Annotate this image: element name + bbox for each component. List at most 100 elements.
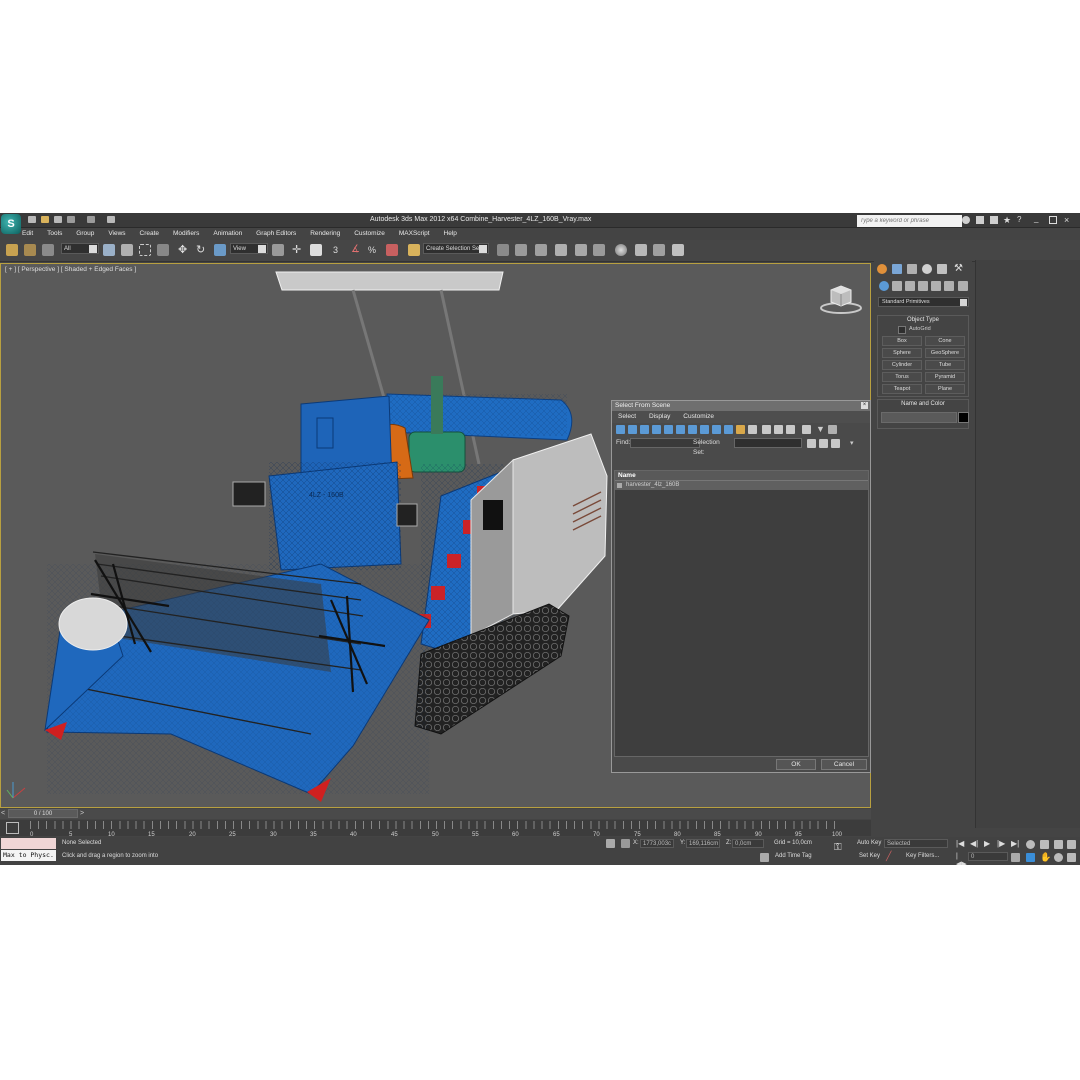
autogrid-checkbox[interactable]: [898, 326, 906, 334]
zoom-extents-all-icon[interactable]: [1067, 840, 1076, 849]
time-slider[interactable]: 0 / 100 < >: [0, 809, 871, 819]
save-file-icon[interactable]: [54, 216, 62, 223]
display-helpers-icon[interactable]: [664, 425, 673, 434]
maximize-icon[interactable]: [1049, 216, 1057, 224]
utilities-tab-icon[interactable]: ⚒: [954, 264, 964, 274]
lights-category-icon[interactable]: [905, 281, 915, 291]
display-frozen-icon[interactable]: [736, 425, 745, 434]
sphere-button[interactable]: Sphere: [882, 348, 922, 358]
menu-modifiers[interactable]: Modifiers: [173, 228, 199, 240]
absolute-mode-icon[interactable]: [621, 839, 630, 848]
display-lights-icon[interactable]: [640, 425, 649, 434]
material-editor-icon[interactable]: [615, 244, 627, 256]
menu-create[interactable]: Create: [140, 228, 160, 240]
menu-help[interactable]: Help: [444, 228, 457, 240]
orbit-icon[interactable]: [1054, 853, 1063, 862]
y-coordinate-field[interactable]: 169,116cm: [686, 839, 720, 848]
render-setup-icon[interactable]: [635, 244, 647, 256]
lock-selection-icon[interactable]: [606, 839, 615, 848]
dialog-menu-select[interactable]: Select: [618, 411, 636, 423]
play-icon[interactable]: ▶: [984, 840, 993, 849]
keyboard-shortcut-icon[interactable]: [310, 244, 322, 256]
unlink-icon[interactable]: [24, 244, 36, 256]
select-manipulate-icon[interactable]: ✛: [292, 244, 304, 256]
cameras-category-icon[interactable]: [918, 281, 928, 291]
rendered-frame-window-icon[interactable]: [653, 244, 665, 256]
snaps-toggle-icon[interactable]: 3: [333, 244, 345, 256]
display-containers-icon[interactable]: [724, 425, 733, 434]
display-all-icon[interactable]: [762, 425, 771, 434]
helpers-category-icon[interactable]: [931, 281, 941, 291]
help-icon[interactable]: ?: [1017, 216, 1025, 224]
maxscript-listener-output[interactable]: [1, 838, 56, 849]
filter-options-icon[interactable]: [828, 425, 837, 434]
zoom-extents-icon[interactable]: [1054, 840, 1063, 849]
undo-icon[interactable]: [67, 216, 75, 223]
angle-snap-icon[interactable]: ∡: [351, 244, 363, 256]
x-coordinate-field[interactable]: 1773,003c: [640, 839, 674, 848]
filter-icon[interactable]: ▼: [816, 425, 825, 434]
display-geometry-icon[interactable]: [616, 425, 625, 434]
set-key-mode-icon[interactable]: ⚿: [834, 843, 843, 853]
cylinder-button[interactable]: Cylinder: [882, 360, 922, 370]
select-scale-icon[interactable]: [214, 244, 226, 256]
align-icon[interactable]: [515, 244, 527, 256]
hierarchy-tab-icon[interactable]: [907, 264, 917, 274]
zoom-icon[interactable]: [1026, 840, 1035, 849]
time-tag-icon[interactable]: [760, 853, 769, 862]
systems-category-icon[interactable]: [958, 281, 968, 291]
app-logo-icon[interactable]: S: [1, 214, 21, 234]
curve-editor-icon[interactable]: [575, 244, 587, 256]
display-hidden-icon[interactable]: [748, 425, 757, 434]
select-object-icon[interactable]: [103, 244, 115, 256]
mirror-icon[interactable]: [497, 244, 509, 256]
geometry-category-icon[interactable]: [879, 281, 889, 291]
search-input[interactable]: [857, 215, 962, 227]
box-button[interactable]: Box: [882, 336, 922, 346]
slider-right-arrow-icon[interactable]: >: [80, 810, 84, 817]
sync-selection-icon[interactable]: [802, 425, 811, 434]
primitive-category-dropdown[interactable]: Standard Primitives: [878, 297, 969, 307]
menu-graph-editors[interactable]: Graph Editors: [256, 228, 296, 240]
track-bar[interactable]: 0 5 10 15 20 25 30 35 40 45 50 55 60 65 …: [0, 820, 871, 838]
set-key-icon[interactable]: ╱: [886, 852, 895, 861]
zoom-all-icon[interactable]: [1040, 840, 1049, 849]
z-coordinate-field[interactable]: 0,0cm: [732, 839, 764, 848]
create-set-icon[interactable]: [807, 439, 816, 448]
cone-button[interactable]: Cone: [925, 336, 965, 346]
collapse-icon[interactable]: ▾: [850, 439, 859, 448]
set-key-button[interactable]: Set Key: [859, 853, 880, 859]
create-tab-icon[interactable]: [877, 264, 887, 274]
dialog-close-icon[interactable]: ×: [861, 402, 868, 409]
name-and-color-title[interactable]: Name and Color: [878, 400, 968, 408]
maxscript-mini-listener[interactable]: Max to Physc.: [1, 850, 56, 861]
project-folder-icon[interactable]: [107, 216, 115, 223]
plane-button[interactable]: Plane: [925, 384, 965, 394]
spacewarps-category-icon[interactable]: [944, 281, 954, 291]
named-selection-sets-dropdown[interactable]: Create Selection Se: [423, 243, 489, 254]
modify-tab-icon[interactable]: [892, 264, 902, 274]
display-shapes-icon[interactable]: [628, 425, 637, 434]
list-column-name[interactable]: Name: [615, 471, 868, 481]
menu-edit[interactable]: Edit: [22, 228, 33, 240]
geosphere-button[interactable]: GeoSphere: [925, 348, 965, 358]
rectangular-selection-icon[interactable]: [139, 244, 151, 256]
current-frame-field[interactable]: 0: [968, 852, 1008, 861]
edit-named-selection-icon[interactable]: [408, 244, 420, 256]
search-icon[interactable]: [962, 216, 970, 224]
close-window-icon[interactable]: ×: [1064, 216, 1072, 225]
display-xrefs-icon[interactable]: [700, 425, 709, 434]
open-file-icon[interactable]: [41, 216, 49, 223]
torus-button[interactable]: Torus: [882, 372, 922, 382]
menu-maxscript[interactable]: MAXScript: [399, 228, 430, 240]
go-to-start-icon[interactable]: |◀: [956, 840, 965, 849]
minimize-icon[interactable]: _: [1034, 215, 1042, 224]
motion-tab-icon[interactable]: [922, 264, 932, 274]
object-color-swatch[interactable]: [958, 412, 969, 423]
find-input[interactable]: [630, 438, 700, 448]
layer-manager-icon[interactable]: [535, 244, 547, 256]
menu-animation[interactable]: Animation: [213, 228, 242, 240]
window-crossing-icon[interactable]: [157, 244, 169, 256]
selection-filter-dropdown[interactable]: All: [61, 243, 99, 254]
render-production-icon[interactable]: [672, 244, 684, 256]
